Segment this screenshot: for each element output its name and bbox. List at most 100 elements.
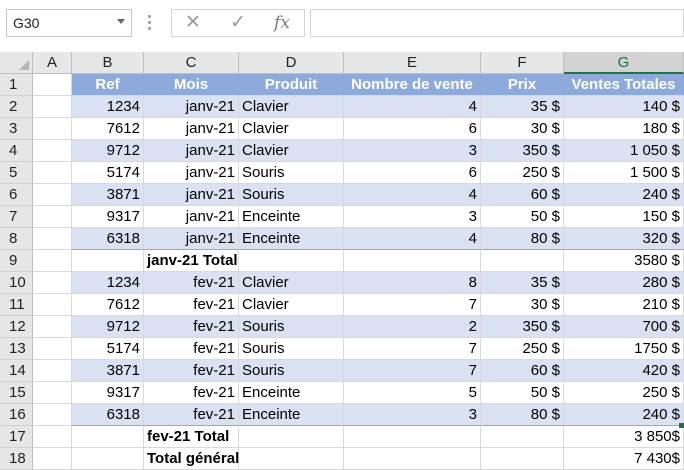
row-header[interactable]: 9 bbox=[0, 250, 33, 272]
table-cell[interactable]: 80 $ bbox=[481, 228, 564, 250]
chevron-down-icon[interactable] bbox=[117, 19, 125, 24]
enter-icon[interactable]: ✓ bbox=[218, 10, 258, 36]
column-header-f[interactable]: F bbox=[481, 52, 564, 74]
table-cell[interactable]: janv-21 bbox=[144, 228, 239, 250]
table-cell[interactable]: 60 $ bbox=[481, 184, 564, 206]
table-cell[interactable]: janv-21 bbox=[144, 184, 239, 206]
table-cell[interactable]: 6318 bbox=[72, 228, 144, 250]
table-cell[interactable]: fev-21 bbox=[144, 316, 239, 338]
table-cell[interactable] bbox=[344, 448, 481, 470]
table-cell[interactable] bbox=[33, 294, 72, 316]
table-cell[interactable]: 4 bbox=[344, 228, 481, 250]
row-header[interactable]: 16 bbox=[0, 404, 33, 426]
table-cell[interactable]: Souris bbox=[239, 338, 344, 360]
table-cell[interactable] bbox=[33, 74, 72, 96]
column-header-c[interactable]: C bbox=[144, 52, 239, 74]
table-cell[interactable]: 1234 bbox=[72, 272, 144, 294]
column-header-e[interactable]: E bbox=[344, 52, 481, 74]
table-cell[interactable]: Enceinte bbox=[239, 228, 344, 250]
table-cell[interactable]: 250 $ bbox=[564, 382, 684, 404]
table-cell[interactable]: Clavier bbox=[239, 140, 344, 162]
table-cell[interactable] bbox=[481, 250, 564, 272]
table-cell[interactable]: janv-21 bbox=[144, 96, 239, 118]
table-cell[interactable]: Enceinte bbox=[239, 206, 344, 228]
table-cell[interactable] bbox=[72, 448, 144, 470]
table-cell[interactable]: fev-21 bbox=[144, 294, 239, 316]
table-cell[interactable] bbox=[72, 250, 144, 272]
table-cell[interactable] bbox=[33, 448, 72, 470]
table-cell[interactable]: Enceinte bbox=[239, 382, 344, 404]
table-cell[interactable]: fev-21 bbox=[144, 272, 239, 294]
table-cell[interactable]: 5174 bbox=[72, 338, 144, 360]
column-header-a[interactable]: A bbox=[33, 52, 72, 74]
table-cell[interactable]: Clavier bbox=[239, 294, 344, 316]
row-header[interactable]: 3 bbox=[0, 118, 33, 140]
table-cell[interactable] bbox=[33, 184, 72, 206]
table-cell[interactable]: 280 $ bbox=[564, 272, 684, 294]
table-cell[interactable]: Souris bbox=[239, 162, 344, 184]
table-cell[interactable]: Enceinte bbox=[239, 404, 344, 426]
select-all-button[interactable] bbox=[0, 52, 33, 74]
table-cell[interactable]: 5 bbox=[344, 382, 481, 404]
drag-handle-icon[interactable] bbox=[148, 15, 151, 31]
table-cell[interactable] bbox=[33, 162, 72, 184]
table-cell[interactable] bbox=[239, 448, 344, 470]
column-header-b[interactable]: B bbox=[72, 52, 144, 74]
row-header[interactable]: 12 bbox=[0, 316, 33, 338]
table-cell[interactable] bbox=[239, 426, 344, 448]
table-cell[interactable]: Clavier bbox=[239, 272, 344, 294]
table-cell[interactable]: 9317 bbox=[72, 382, 144, 404]
table-cell[interactable]: janv-21 bbox=[144, 206, 239, 228]
table-cell[interactable]: 2 bbox=[344, 316, 481, 338]
table-cell[interactable]: 5174 bbox=[72, 162, 144, 184]
table-cell[interactable]: 9712 bbox=[72, 140, 144, 162]
table-cell[interactable] bbox=[481, 426, 564, 448]
table-cell[interactable] bbox=[33, 382, 72, 404]
table-cell[interactable] bbox=[239, 250, 344, 272]
table-cell[interactable] bbox=[33, 404, 72, 426]
table-cell[interactable] bbox=[33, 228, 72, 250]
table-cell[interactable]: 1234 bbox=[72, 96, 144, 118]
table-cell[interactable] bbox=[33, 360, 72, 382]
table-cell[interactable]: 50 $ bbox=[481, 382, 564, 404]
table-cell[interactable]: 210 $ bbox=[564, 294, 684, 316]
table-cell[interactable]: 240 $ bbox=[564, 404, 684, 426]
name-box[interactable]: G30 bbox=[6, 9, 132, 37]
table-cell[interactable]: 3871 bbox=[72, 184, 144, 206]
table-header-cell[interactable]: Nombre de vente bbox=[344, 74, 481, 96]
table-cell[interactable]: janv-21 bbox=[144, 118, 239, 140]
row-header[interactable]: 11 bbox=[0, 294, 33, 316]
table-cell[interactable]: 140 $ bbox=[564, 96, 684, 118]
row-header[interactable]: 8 bbox=[0, 228, 33, 250]
table-cell[interactable] bbox=[481, 448, 564, 470]
table-cell[interactable]: 3 bbox=[344, 140, 481, 162]
table-cell[interactable]: 7 bbox=[344, 294, 481, 316]
table-cell[interactable]: fev-21 bbox=[144, 404, 239, 426]
row-header[interactable]: 7 bbox=[0, 206, 33, 228]
row-header[interactable]: 1 bbox=[0, 74, 33, 96]
table-cell[interactable]: 50 $ bbox=[481, 206, 564, 228]
table-cell[interactable] bbox=[33, 316, 72, 338]
table-cell[interactable]: fev-21 Total bbox=[144, 426, 239, 448]
table-cell[interactable] bbox=[72, 426, 144, 448]
table-cell[interactable]: 9712 bbox=[72, 316, 144, 338]
row-header[interactable]: 5 bbox=[0, 162, 33, 184]
table-cell[interactable] bbox=[33, 118, 72, 140]
table-cell[interactable]: 4 bbox=[344, 96, 481, 118]
table-cell[interactable]: janv-21 Total bbox=[144, 250, 239, 272]
table-cell[interactable]: 80 $ bbox=[481, 404, 564, 426]
table-cell[interactable]: 240 $ bbox=[564, 184, 684, 206]
table-cell[interactable]: Clavier bbox=[239, 96, 344, 118]
table-cell[interactable]: janv-21 bbox=[144, 140, 239, 162]
table-cell[interactable]: Souris bbox=[239, 360, 344, 382]
table-cell[interactable]: 3 bbox=[344, 206, 481, 228]
table-cell[interactable]: 420 $ bbox=[564, 360, 684, 382]
table-cell[interactable]: 4 bbox=[344, 184, 481, 206]
table-cell[interactable]: janv-21 bbox=[144, 162, 239, 184]
table-cell[interactable]: 30 $ bbox=[481, 294, 564, 316]
table-cell[interactable]: 3 850$ bbox=[564, 426, 684, 448]
table-cell[interactable]: Clavier bbox=[239, 118, 344, 140]
table-cell[interactable]: fev-21 bbox=[144, 338, 239, 360]
table-cell[interactable]: 700 $ bbox=[564, 316, 684, 338]
insert-function-button[interactable]: fx bbox=[262, 10, 302, 36]
